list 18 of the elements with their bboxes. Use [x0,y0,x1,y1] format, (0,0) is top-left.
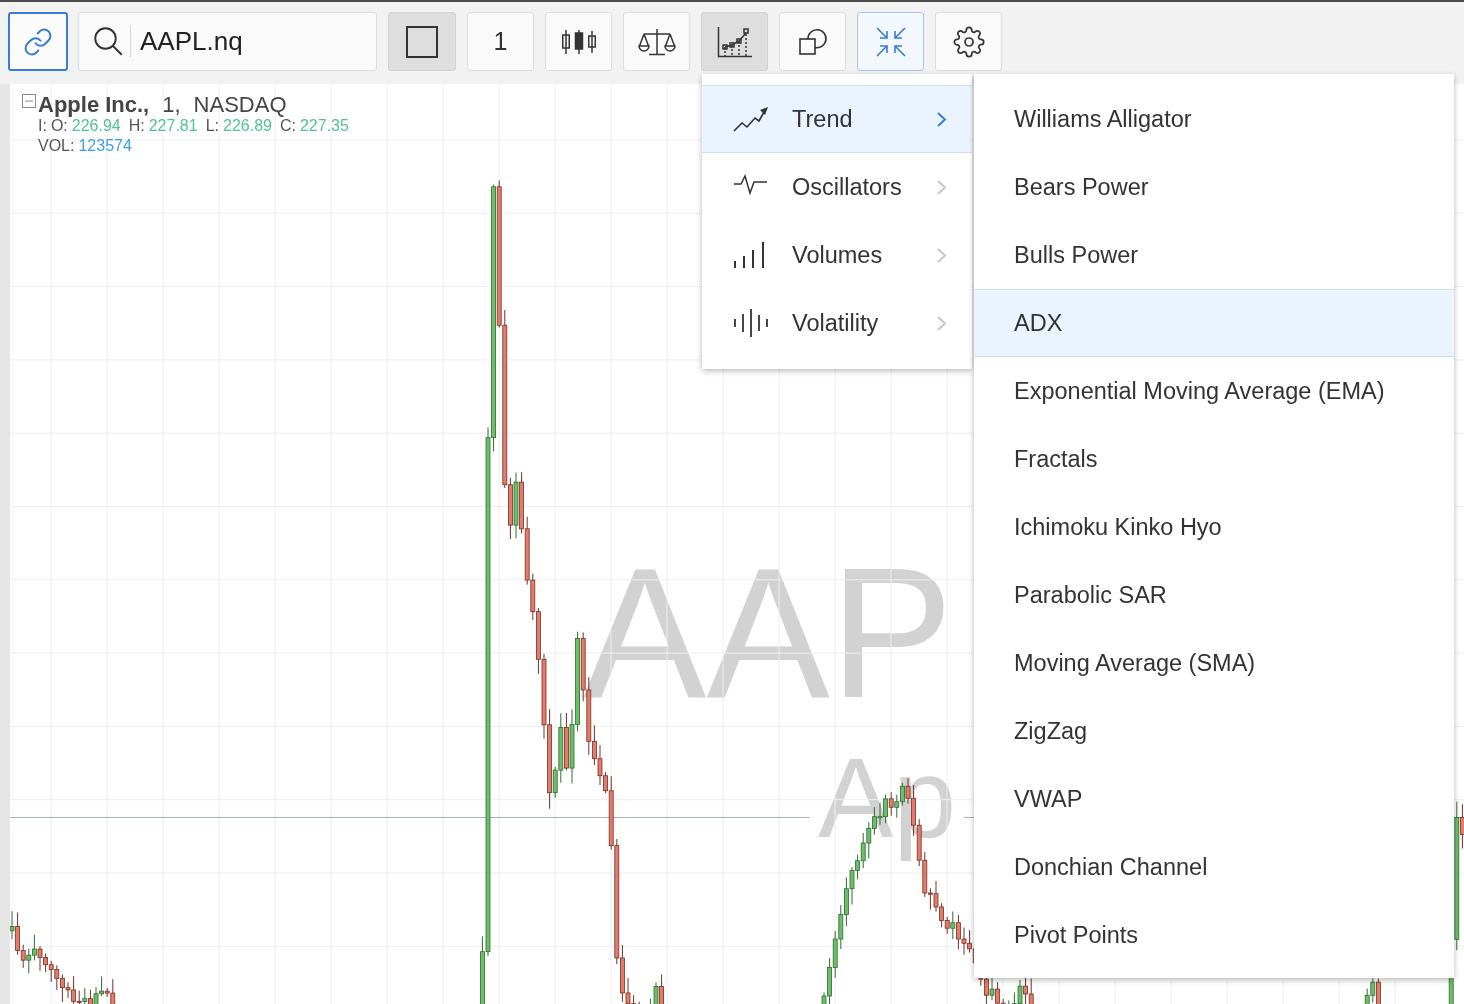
candlestick-button[interactable] [545,12,612,71]
indicator-chart-icon [716,25,753,58]
link-icon [23,26,53,57]
search-icon [93,26,123,56]
settings-icon [952,25,985,58]
square-button[interactable] [388,12,456,71]
candlestick-icon [560,28,597,55]
indicators-button[interactable] [701,12,768,71]
inward-arrows-icon [874,25,907,58]
square-icon [406,25,438,58]
link-button[interactable] [8,12,68,71]
shapes-button[interactable] [779,12,846,71]
interval-button[interactable]: 1 [467,12,534,71]
scales-icon [637,27,676,56]
scales-button[interactable] [623,12,690,71]
settings-button[interactable] [935,12,1002,71]
collapse-button[interactable] [857,12,924,71]
search-field[interactable]: AAPL.nq [78,12,377,71]
